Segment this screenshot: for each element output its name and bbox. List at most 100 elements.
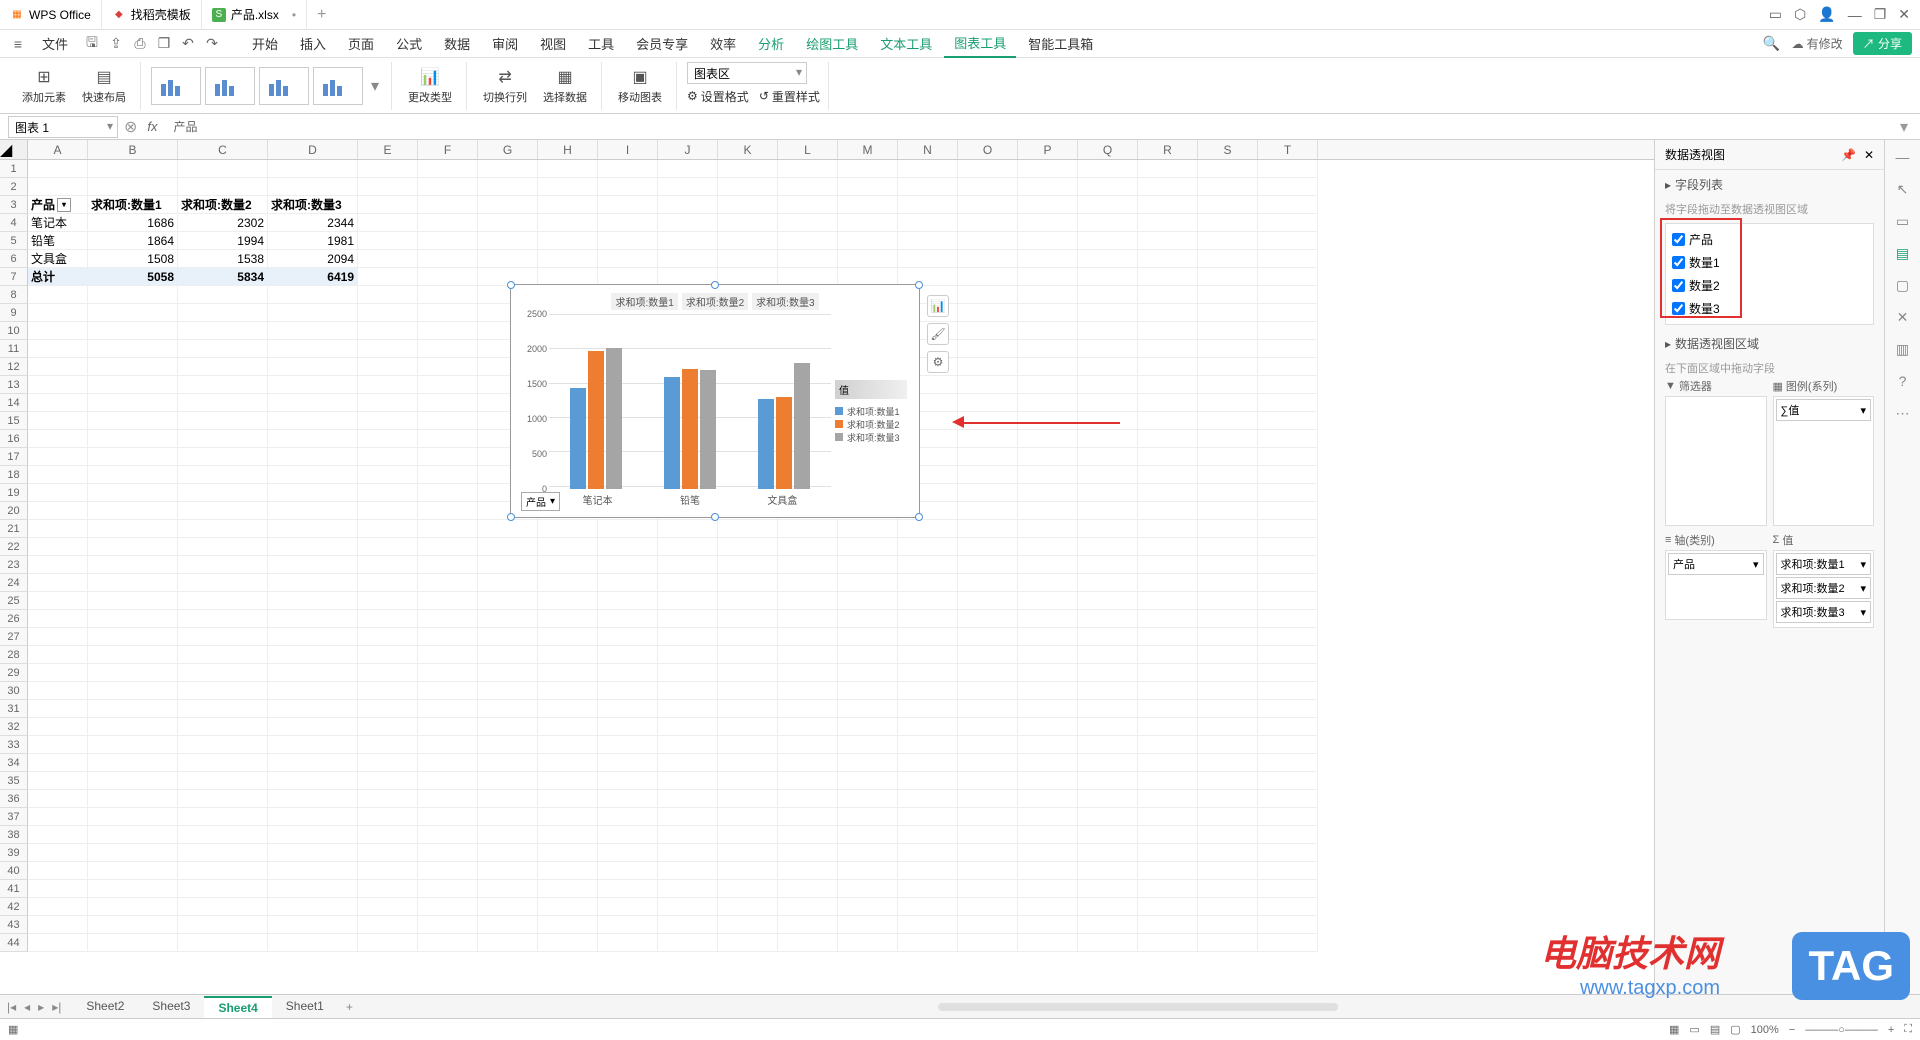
menu-item[interactable]: 审阅 — [482, 30, 528, 57]
cell[interactable] — [268, 754, 358, 772]
cell[interactable] — [598, 736, 658, 754]
cell[interactable] — [1138, 754, 1198, 772]
cell[interactable] — [268, 304, 358, 322]
cell[interactable]: 2302 — [178, 214, 268, 232]
col-header[interactable]: A — [28, 140, 88, 159]
cell[interactable] — [958, 574, 1018, 592]
cell[interactable] — [268, 160, 358, 178]
cell[interactable] — [478, 772, 538, 790]
cell[interactable] — [958, 736, 1018, 754]
cell[interactable] — [1198, 484, 1258, 502]
cell[interactable] — [538, 934, 598, 952]
cell[interactable] — [178, 844, 268, 862]
cell[interactable] — [598, 916, 658, 934]
cell[interactable] — [1018, 736, 1078, 754]
cell[interactable] — [1018, 268, 1078, 286]
cell[interactable] — [1258, 934, 1318, 952]
cell[interactable] — [88, 700, 178, 718]
cell[interactable] — [418, 430, 478, 448]
cell[interactable] — [268, 412, 358, 430]
cell[interactable] — [418, 178, 478, 196]
cell[interactable] — [778, 664, 838, 682]
cell[interactable] — [1018, 754, 1078, 772]
cell[interactable] — [778, 736, 838, 754]
cell[interactable] — [418, 610, 478, 628]
cell[interactable] — [1198, 862, 1258, 880]
row-header[interactable]: 35 — [0, 772, 28, 790]
cell[interactable] — [358, 394, 418, 412]
cell[interactable] — [478, 592, 538, 610]
cell[interactable] — [898, 772, 958, 790]
cell[interactable] — [838, 628, 898, 646]
chart-bar[interactable] — [794, 363, 810, 489]
cell[interactable] — [838, 556, 898, 574]
cell[interactable] — [898, 520, 958, 538]
row-header[interactable]: 14 — [0, 394, 28, 412]
cell[interactable] — [838, 610, 898, 628]
cell[interactable] — [88, 430, 178, 448]
cell[interactable] — [838, 844, 898, 862]
cell[interactable] — [1078, 664, 1138, 682]
cell[interactable] — [1018, 934, 1078, 952]
cell[interactable] — [958, 502, 1018, 520]
cell[interactable] — [28, 502, 88, 520]
col-header[interactable]: Q — [1078, 140, 1138, 159]
cell[interactable] — [1138, 880, 1198, 898]
col-header[interactable]: J — [658, 140, 718, 159]
cell[interactable] — [28, 772, 88, 790]
cell[interactable] — [838, 700, 898, 718]
cell[interactable] — [1078, 538, 1138, 556]
cell[interactable] — [1138, 250, 1198, 268]
cell[interactable] — [658, 214, 718, 232]
cell[interactable] — [598, 772, 658, 790]
cell[interactable] — [418, 214, 478, 232]
cell[interactable] — [1078, 448, 1138, 466]
cell[interactable] — [1258, 196, 1318, 214]
cell[interactable] — [88, 844, 178, 862]
cell[interactable] — [1078, 682, 1138, 700]
cell[interactable] — [958, 700, 1018, 718]
cell[interactable] — [28, 358, 88, 376]
cell[interactable] — [958, 682, 1018, 700]
cell[interactable] — [658, 610, 718, 628]
cell[interactable] — [598, 250, 658, 268]
cell[interactable] — [958, 430, 1018, 448]
cell[interactable] — [1258, 844, 1318, 862]
cell[interactable] — [178, 358, 268, 376]
cell[interactable] — [478, 700, 538, 718]
legend-area-item[interactable]: ∑值▾ — [1776, 399, 1872, 421]
menu-item[interactable]: 工具 — [578, 30, 624, 57]
cell[interactable] — [1018, 340, 1078, 358]
cell[interactable] — [778, 538, 838, 556]
cell[interactable] — [1258, 700, 1318, 718]
cell[interactable] — [28, 808, 88, 826]
cell[interactable] — [418, 304, 478, 322]
cell[interactable] — [1258, 448, 1318, 466]
cell[interactable] — [658, 160, 718, 178]
cell[interactable] — [1078, 574, 1138, 592]
cell[interactable] — [718, 556, 778, 574]
cell[interactable] — [958, 772, 1018, 790]
chart-bar[interactable] — [700, 370, 716, 489]
cell[interactable] — [838, 592, 898, 610]
cell[interactable] — [358, 322, 418, 340]
cell[interactable] — [358, 772, 418, 790]
sheet-nav-last[interactable]: ▸| — [49, 1000, 64, 1014]
cell[interactable] — [1198, 502, 1258, 520]
cell[interactable] — [358, 718, 418, 736]
cell[interactable] — [28, 700, 88, 718]
cell[interactable] — [268, 358, 358, 376]
cell[interactable] — [268, 700, 358, 718]
cell[interactable] — [178, 574, 268, 592]
legend-button[interactable]: 求和项:数量1 — [611, 293, 677, 310]
cell[interactable] — [1018, 772, 1078, 790]
cell[interactable] — [1198, 718, 1258, 736]
cell[interactable] — [268, 466, 358, 484]
cell[interactable] — [1198, 772, 1258, 790]
cell[interactable] — [718, 160, 778, 178]
cell[interactable] — [1138, 718, 1198, 736]
cell[interactable] — [1138, 862, 1198, 880]
cell[interactable] — [1258, 430, 1318, 448]
cell[interactable] — [418, 340, 478, 358]
cell[interactable] — [1198, 592, 1258, 610]
